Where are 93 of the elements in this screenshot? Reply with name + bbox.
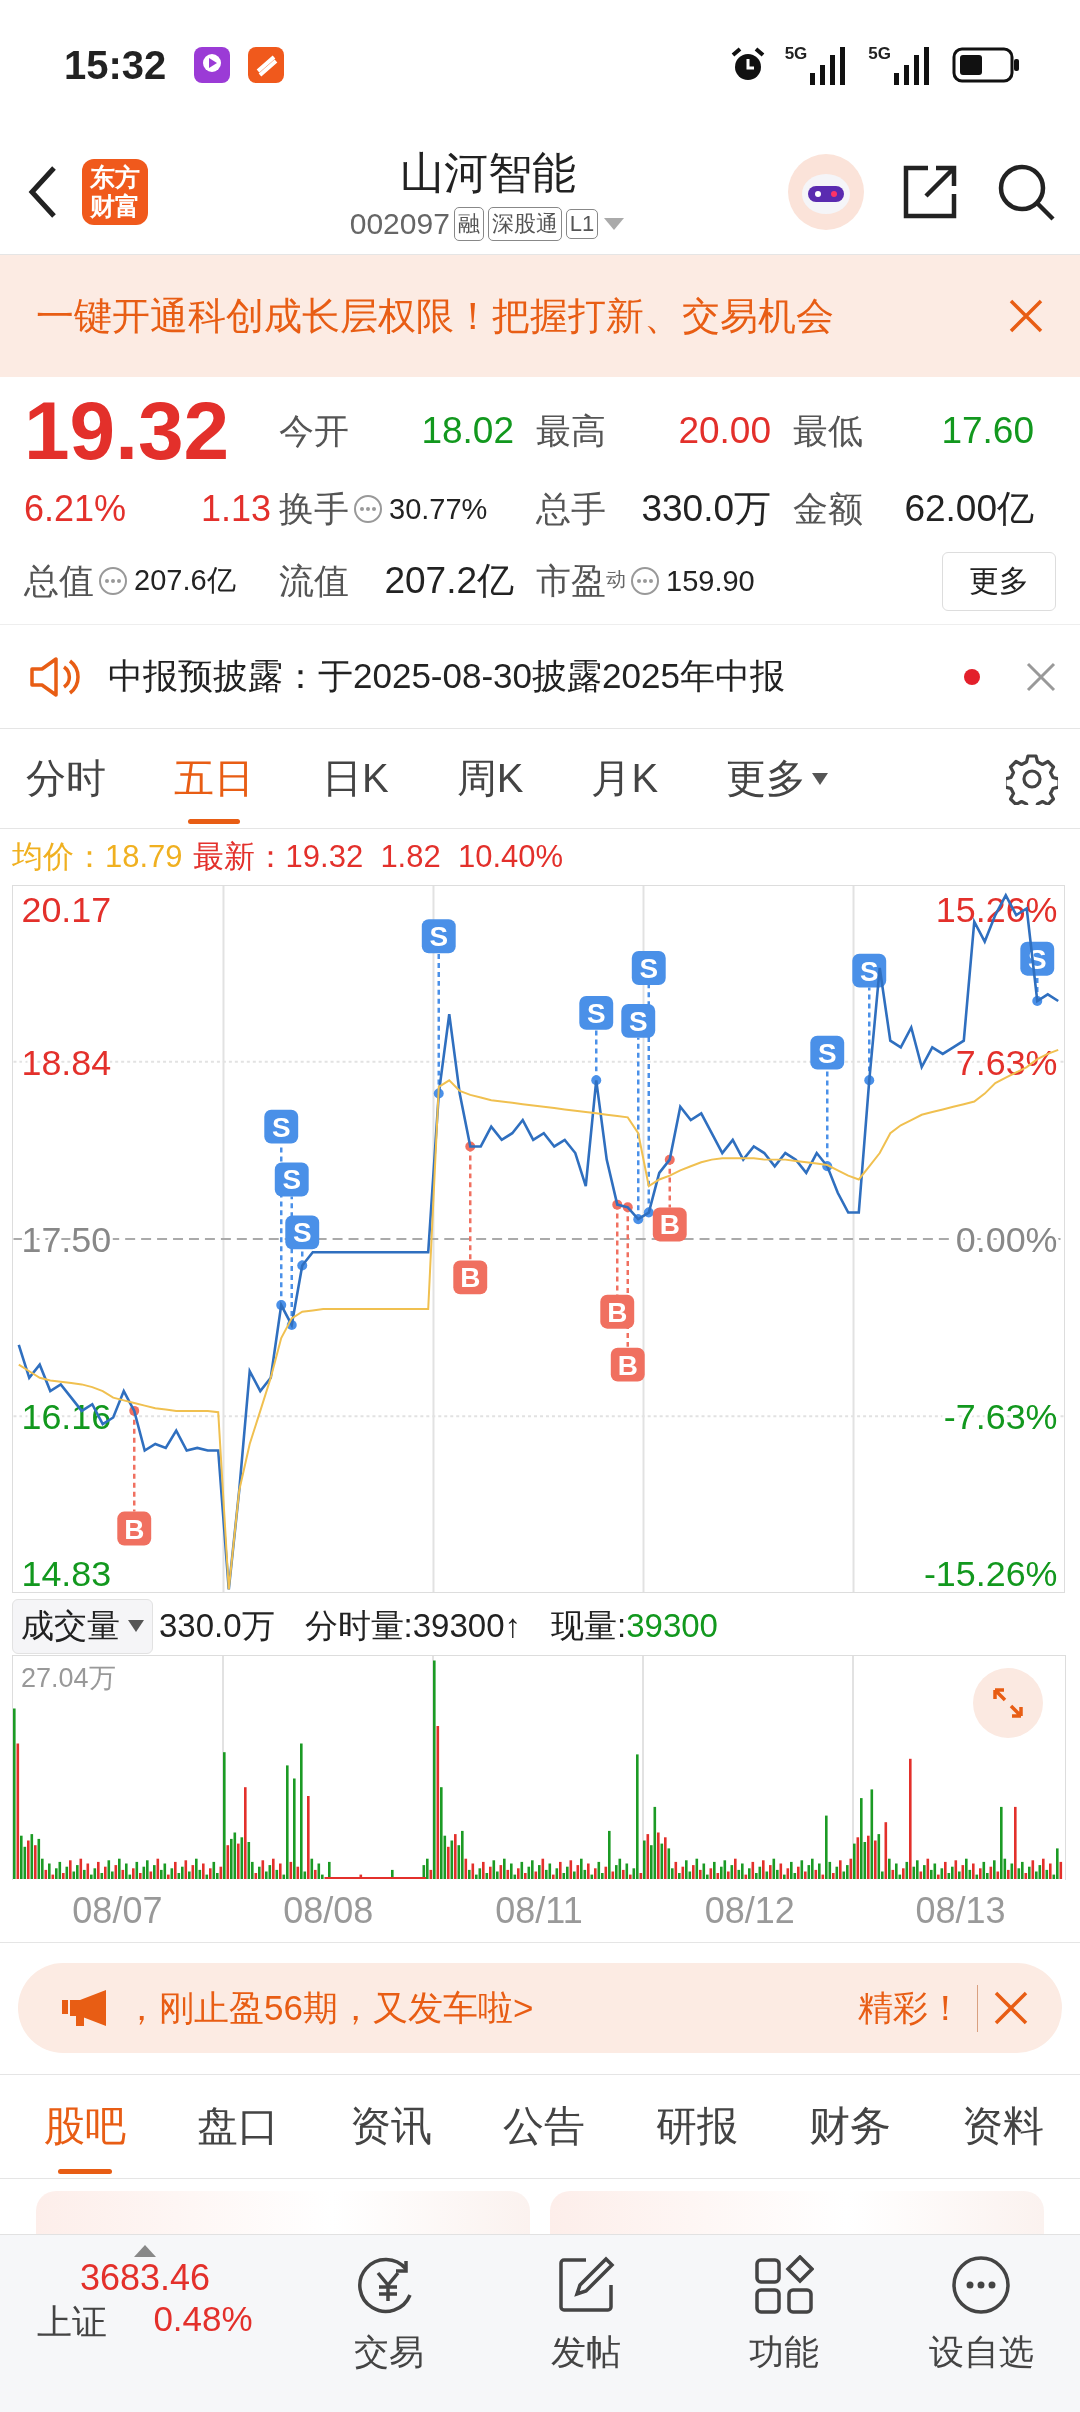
- stat-label: 总手: [536, 487, 606, 530]
- caret-icon[interactable]: [602, 215, 627, 232]
- index-name[interactable]: 上证: [37, 2299, 108, 2346]
- stat-value: 330.0万: [641, 487, 771, 531]
- stat-label: 换手: [279, 487, 349, 530]
- battery-icon: [952, 47, 1020, 83]
- speaker-icon: [28, 654, 82, 699]
- latest-price-reading: 最新：19.32 1.82 10.40%: [192, 838, 564, 876]
- caret-icon[interactable]: [134, 2245, 156, 2257]
- chart-period-tab[interactable]: 分时: [12, 733, 120, 824]
- percent-axis-label: 0.00%: [955, 1219, 1058, 1260]
- stat-label: 市盈: [536, 559, 606, 602]
- expand-icon[interactable]: [973, 1668, 1043, 1738]
- stat-value: 159.90: [666, 564, 755, 598]
- price-axis-label: 20.17: [21, 889, 112, 930]
- search-icon[interactable]: [996, 162, 1056, 222]
- close-icon[interactable]: [1008, 298, 1044, 334]
- stock-code: 002097: [349, 206, 450, 241]
- index-change[interactable]: 0.48%: [153, 2299, 253, 2346]
- nav-item[interactable]: 功能: [685, 2245, 883, 2376]
- section-tab[interactable]: 研报: [642, 2079, 752, 2174]
- caret-icon: [812, 772, 829, 785]
- percent-axis-label: -15.26%: [923, 1554, 1058, 1593]
- megaphone-icon: [62, 1988, 108, 2028]
- date-label: 08/11: [494, 1889, 584, 1933]
- stat-value: 207.6亿: [134, 563, 236, 598]
- date-label: 08/13: [914, 1889, 1007, 1933]
- section-tab[interactable]: 公告: [489, 2079, 599, 2174]
- network-type-label: 5G: [868, 45, 891, 62]
- info-icon[interactable]: [353, 494, 383, 524]
- network-type-label: 5G: [784, 45, 808, 62]
- stock-tag: 深股通: [487, 206, 562, 241]
- close-icon[interactable]: [1026, 661, 1056, 692]
- close-icon[interactable]: [994, 1991, 1028, 2025]
- settings-icon[interactable]: [1006, 752, 1058, 805]
- stock-tag: 融: [453, 206, 484, 241]
- app-icon: [248, 47, 285, 83]
- video-app-icon: [194, 47, 231, 83]
- stat-label: 最高: [536, 409, 606, 452]
- section-tab[interactable]: 盘口: [183, 2079, 293, 2174]
- stat-label: 今开: [279, 409, 349, 452]
- date-label: 08/07: [71, 1889, 164, 1933]
- info-icon[interactable]: [98, 566, 128, 596]
- volume-total: 330.0万: [159, 1605, 275, 1646]
- status-time: 15:32: [64, 42, 167, 88]
- stat-value: 62.00亿: [904, 487, 1034, 531]
- more-button[interactable]: 更多: [942, 551, 1056, 611]
- caret-icon: [128, 1620, 144, 1632]
- change-amount: 1.13: [200, 488, 271, 530]
- section-tab[interactable]: 财务: [795, 2079, 905, 2174]
- volume-reading: 现量:39300: [551, 1605, 718, 1646]
- average-price-reading: 均价：18.79: [12, 838, 183, 876]
- stat-label: 流值: [279, 559, 349, 602]
- section-tab[interactable]: 股吧: [30, 2079, 140, 2174]
- chart-period-tab[interactable]: 周K: [442, 733, 538, 824]
- chart-period-tab[interactable]: 日K: [308, 733, 403, 824]
- price-axis-label: 18.84: [21, 1042, 112, 1083]
- section-tab[interactable]: 资料: [948, 2079, 1058, 2174]
- stock-name: 山河智能: [400, 146, 576, 199]
- stat-value: 20.00: [678, 410, 771, 452]
- apps-icon: [753, 2255, 814, 2315]
- index-value[interactable]: 3683.46: [37, 2257, 253, 2299]
- date-label: 08/08: [282, 1889, 375, 1933]
- chart-period-tab[interactable]: 更多: [712, 733, 843, 824]
- nav-item[interactable]: 交易: [290, 2245, 488, 2376]
- stat-label: 金额: [793, 487, 863, 530]
- change-percent: 6.21%: [24, 488, 127, 530]
- current-price: 19.32: [24, 390, 231, 472]
- section-tab[interactable]: 资讯: [336, 2079, 446, 2174]
- nav-item[interactable]: 发帖: [487, 2245, 685, 2376]
- date-label: 08/12: [703, 1889, 796, 1933]
- stat-value: 207.2亿: [384, 559, 514, 603]
- stat-label: 总值: [24, 559, 94, 602]
- volume-type-dropdown[interactable]: 成交量: [12, 1598, 153, 1654]
- more-icon: [951, 2255, 1012, 2315]
- chart-period-tab[interactable]: 月K: [577, 733, 673, 824]
- percent-axis-label: -7.63%: [943, 1397, 1058, 1438]
- volume-reading: 分时量:39300↑: [304, 1605, 522, 1646]
- edit-icon: [556, 2255, 617, 2315]
- price-axis-label: 14.83: [21, 1554, 112, 1593]
- stock-tag: L1: [565, 208, 599, 239]
- stat-value: 18.02: [421, 410, 514, 452]
- chart-period-tab[interactable]: 五日: [160, 733, 268, 824]
- notice-text[interactable]: 中报预披露：于2025-08-30披露2025年中报: [108, 653, 938, 700]
- price-axis-label: 17.50: [21, 1219, 112, 1260]
- info-icon[interactable]: [630, 566, 660, 596]
- robot-avatar-icon[interactable]: [788, 154, 864, 230]
- stat-label: 最低: [793, 409, 863, 452]
- stat-label-superscript: 动: [606, 567, 626, 590]
- volume-max-label: 27.04万: [21, 1662, 116, 1695]
- stat-value: 30.77%: [389, 492, 488, 526]
- nav-item[interactable]: 设自选: [882, 2245, 1080, 2376]
- stat-value: 17.60: [941, 410, 1034, 452]
